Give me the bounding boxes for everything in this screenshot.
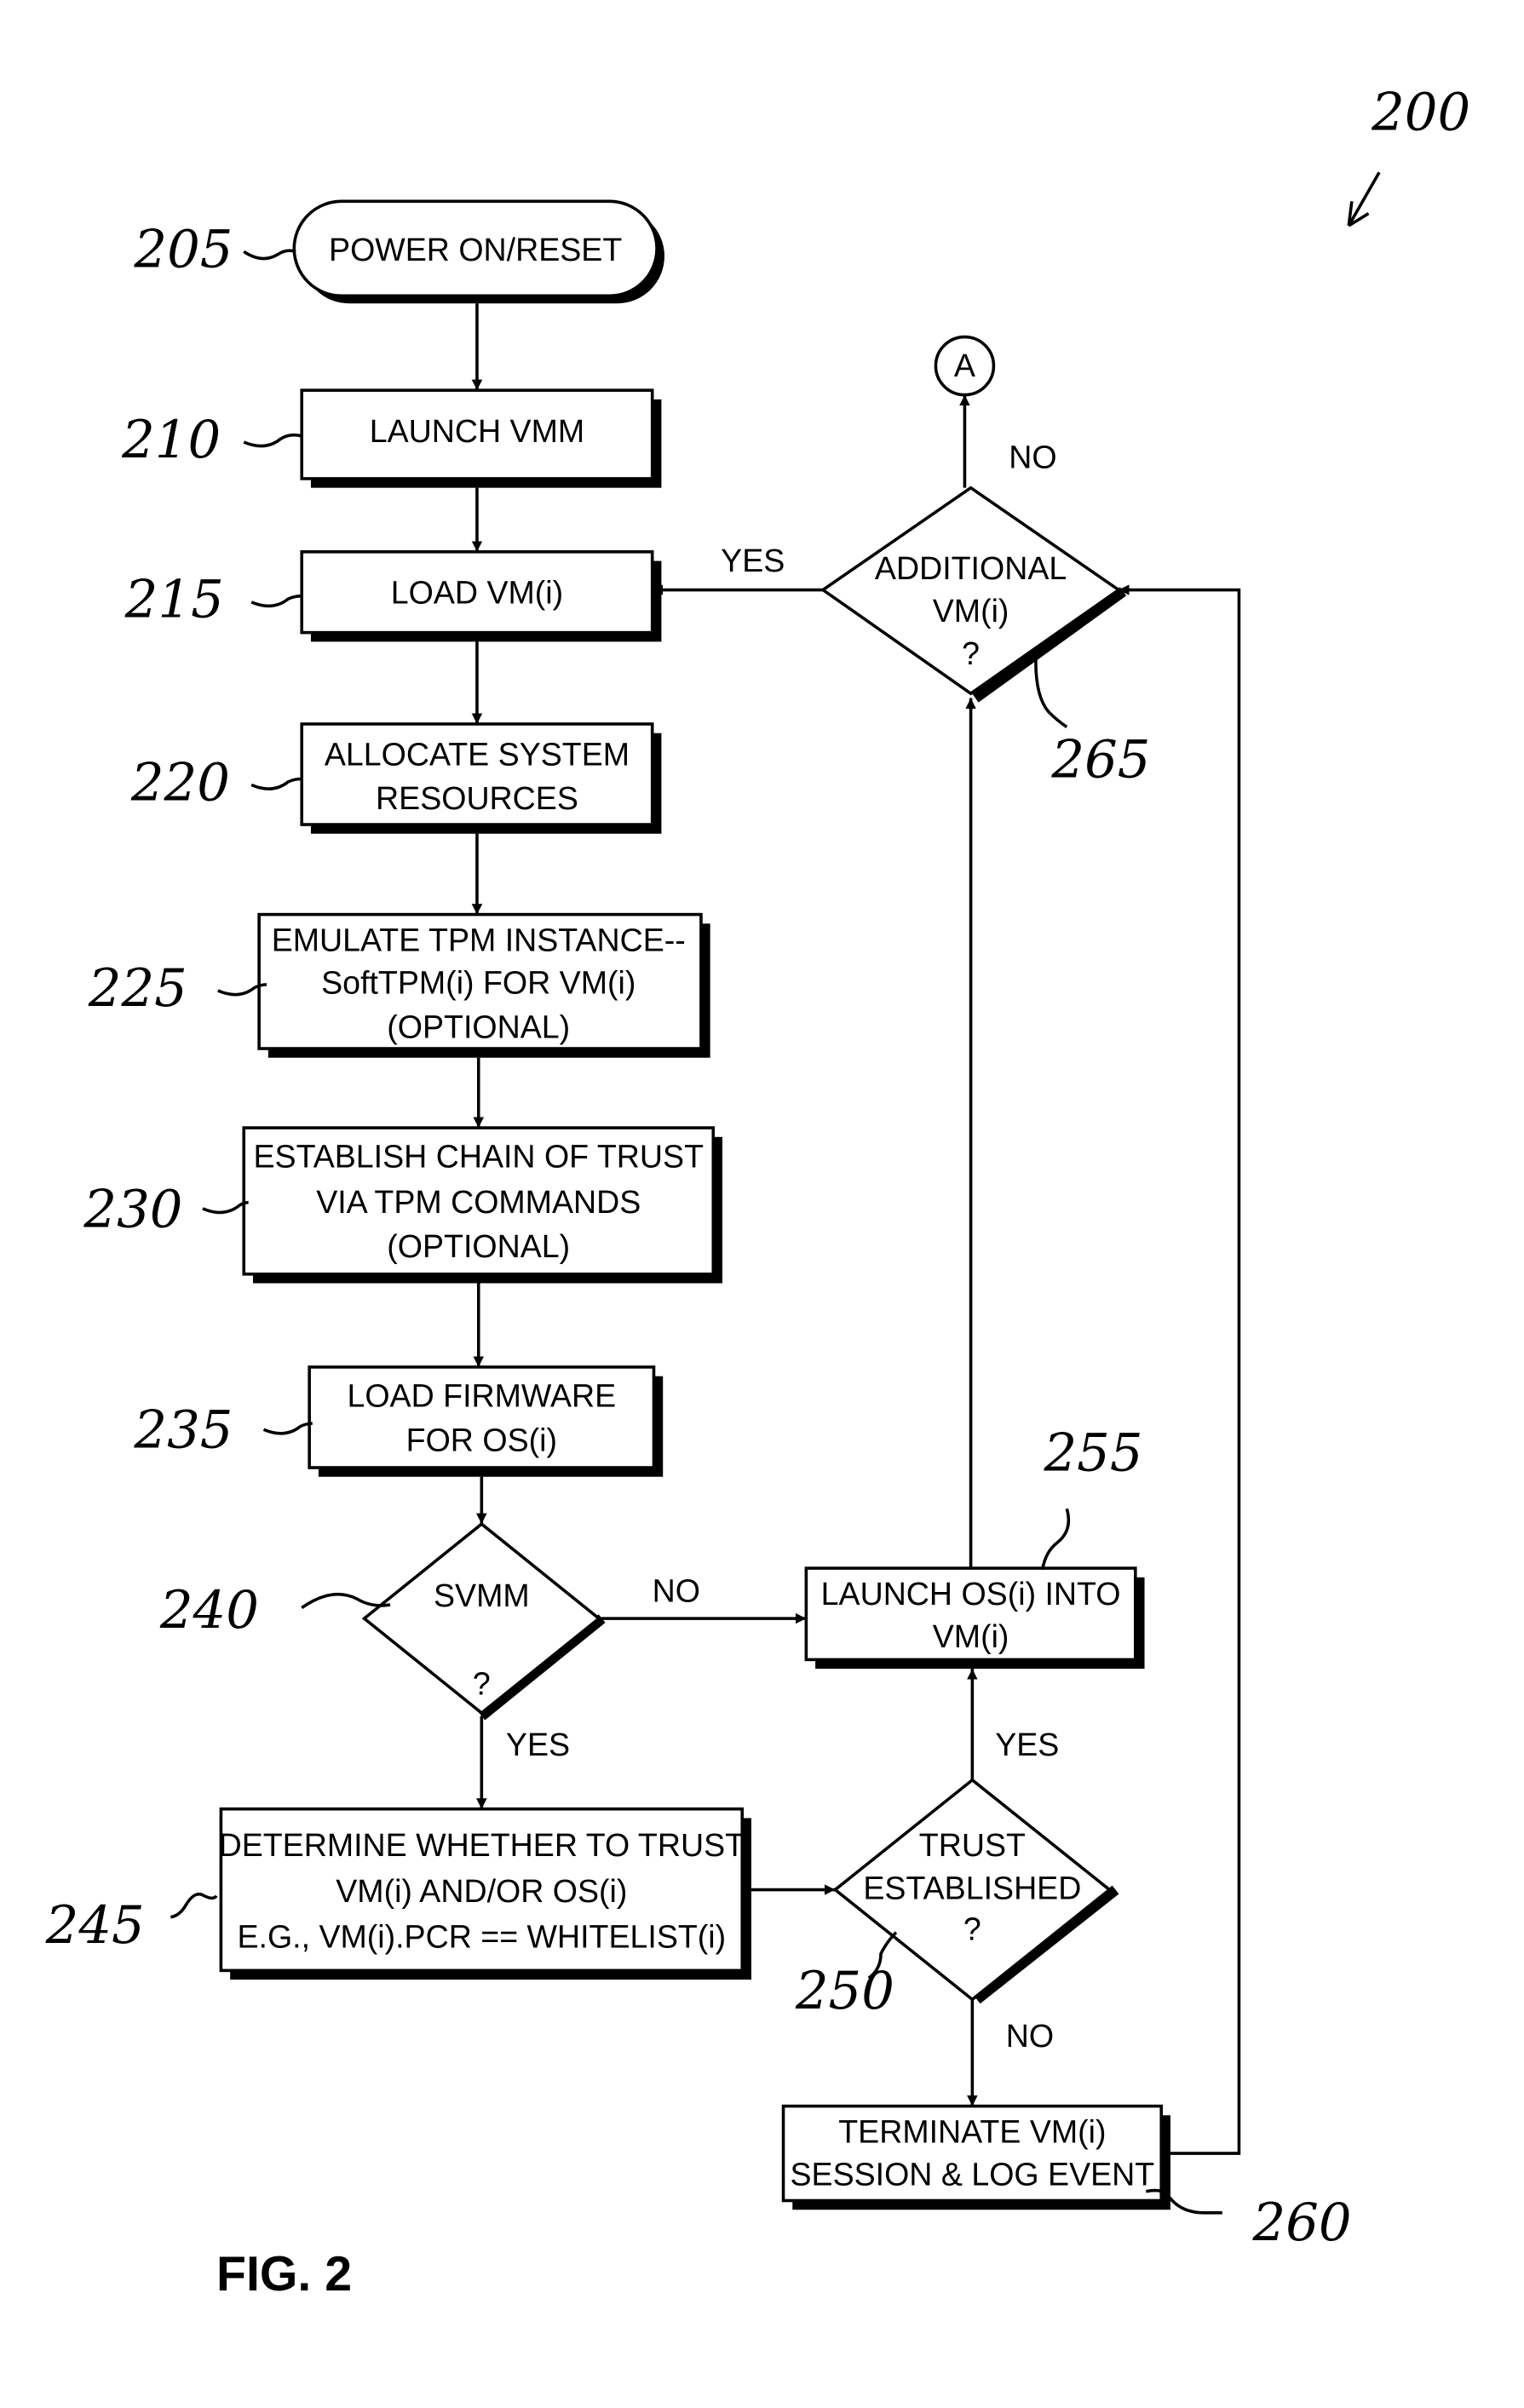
svg-text:TERMINATE VM(i): TERMINATE VM(i) <box>838 2114 1106 2150</box>
figure-caption: FIG. 2 <box>216 2247 352 2302</box>
ref-225: 225 <box>88 959 187 1019</box>
leader-205 <box>243 249 296 261</box>
ref-205: 205 <box>133 220 233 279</box>
ref-235: 235 <box>133 1401 233 1461</box>
node-230-establish-chain-of-trust: ESTABLISH CHAIN OF TRUST VIA TPM COMMAND… <box>242 1126 722 1284</box>
svg-text:SESSION & LOG EVENT: SESSION & LOG EVENT <box>791 2157 1155 2192</box>
node-245-determine-trust: DETERMINE WHETHER TO TRUST VM(i) AND/OR … <box>219 1807 751 1980</box>
node-210-launch-vmm: LAUNCH VMM <box>300 388 662 488</box>
ref-215: 215 <box>124 571 224 630</box>
svg-text:A: A <box>954 348 975 383</box>
leader-220 <box>250 777 302 790</box>
ref-255: 255 <box>1043 1424 1142 1484</box>
ref-210: 210 <box>121 411 221 470</box>
svg-text:EMULATE TPM INSTANCE--: EMULATE TPM INSTANCE-- <box>272 922 686 958</box>
svg-text:ESTABLISH CHAIN OF TRUST: ESTABLISH CHAIN OF TRUST <box>253 1139 704 1175</box>
leader-245 <box>170 1892 218 1919</box>
node-220-allocate-system-resources: ALLOCATE SYSTEM RESOURCES <box>300 722 662 834</box>
leader-265 <box>1034 647 1068 729</box>
svg-text:SVMM: SVMM <box>434 1578 530 1613</box>
node-235-load-firmware: LOAD FIRMWARE FOR OS(i) <box>308 1365 664 1477</box>
svg-text:FOR OS(i): FOR OS(i) <box>406 1422 557 1457</box>
svg-text:POWER ON/RESET: POWER ON/RESET <box>329 232 622 267</box>
leader-240 <box>301 1592 391 1610</box>
svg-text:E.G., VM(i).PCR == WHITELIST(i: E.G., VM(i).PCR == WHITELIST(i) <box>237 1919 726 1955</box>
label-250-no: NO <box>1006 2018 1054 2054</box>
svg-text:SoftTPM(i) FOR VM(i): SoftTPM(i) FOR VM(i) <box>321 965 635 1001</box>
ref-265: 265 <box>1050 731 1150 790</box>
svg-text:VIA TPM COMMANDS: VIA TPM COMMANDS <box>316 1184 641 1220</box>
svg-text:(OPTIONAL): (OPTIONAL) <box>387 1009 570 1044</box>
svg-text:?: ? <box>963 1911 981 1947</box>
svg-text:ALLOCATE SYSTEM: ALLOCATE SYSTEM <box>325 736 630 772</box>
node-215-load-vm: LOAD VM(i) <box>300 550 662 642</box>
figure-ref-arrow <box>1347 171 1381 227</box>
svg-text:VM(i) AND/OR OS(i): VM(i) AND/OR OS(i) <box>336 1873 627 1909</box>
leader-230 <box>202 1200 249 1215</box>
node-225-emulate-tpm-instance: EMULATE TPM INSTANCE-- SoftTPM(i) FOR VM… <box>257 912 710 1058</box>
svg-text:ESTABLISHED: ESTABLISHED <box>863 1870 1081 1905</box>
node-260-terminate-vm-session: TERMINATE VM(i) SESSION & LOG EVENT <box>781 2104 1170 2210</box>
node-255-launch-os-into-vm: LAUNCH OS(i) INTO VM(i) <box>804 1566 1145 1670</box>
node-205-power-on-reset: POWER ON/RESET <box>292 199 665 304</box>
svg-text:TRUST: TRUST <box>919 1827 1026 1863</box>
svg-text:VM(i): VM(i) <box>933 1618 1009 1654</box>
svg-text:ADDITIONAL: ADDITIONAL <box>875 550 1067 586</box>
label-250-yes: YES <box>995 1727 1059 1762</box>
connector-a: A <box>934 335 996 397</box>
leader-235 <box>262 1422 313 1435</box>
svg-text:RESOURCES: RESOURCES <box>376 780 578 816</box>
label-240-no: NO <box>653 1572 700 1608</box>
svg-text:?: ? <box>473 1666 491 1702</box>
edge-260-265 <box>1119 584 1241 2155</box>
ref-240: 240 <box>159 1581 259 1641</box>
ref-250: 250 <box>795 1962 894 2021</box>
node-240-svmm-decision: SVMM ? <box>361 1521 606 1721</box>
ref-260: 260 <box>1252 2193 1352 2253</box>
label-265-yes: YES <box>721 543 785 578</box>
svg-text:LAUNCH OS(i) INTO: LAUNCH OS(i) INTO <box>821 1576 1121 1612</box>
ref-230: 230 <box>83 1180 182 1239</box>
label-265-no: NO <box>1009 439 1056 474</box>
label-240-yes: YES <box>506 1727 570 1762</box>
figure-ref-label: 200 <box>1371 83 1470 142</box>
svg-text:?: ? <box>962 635 980 671</box>
svg-text:LOAD VM(i): LOAD VM(i) <box>391 575 563 611</box>
node-265-additional-vm-decision: ADDITIONAL VM(i) ? <box>820 486 1127 703</box>
ref-220: 220 <box>130 753 230 813</box>
svg-text:LAUNCH VMM: LAUNCH VMM <box>370 413 584 449</box>
leader-215 <box>250 594 302 608</box>
ref-245: 245 <box>45 1896 145 1956</box>
flowchart: 200 POWER ON/RESET 205 LAUNCH VMM 210 LO… <box>45 83 1471 2302</box>
leader-210 <box>243 433 302 448</box>
svg-text:VM(i): VM(i) <box>933 593 1009 629</box>
svg-text:(OPTIONAL): (OPTIONAL) <box>387 1228 570 1264</box>
svg-text:DETERMINE WHETHER TO TRUST: DETERMINE WHETHER TO TRUST <box>219 1827 745 1863</box>
leader-255 <box>1040 1508 1071 1571</box>
svg-text:LOAD FIRMWARE: LOAD FIRMWARE <box>347 1377 616 1413</box>
